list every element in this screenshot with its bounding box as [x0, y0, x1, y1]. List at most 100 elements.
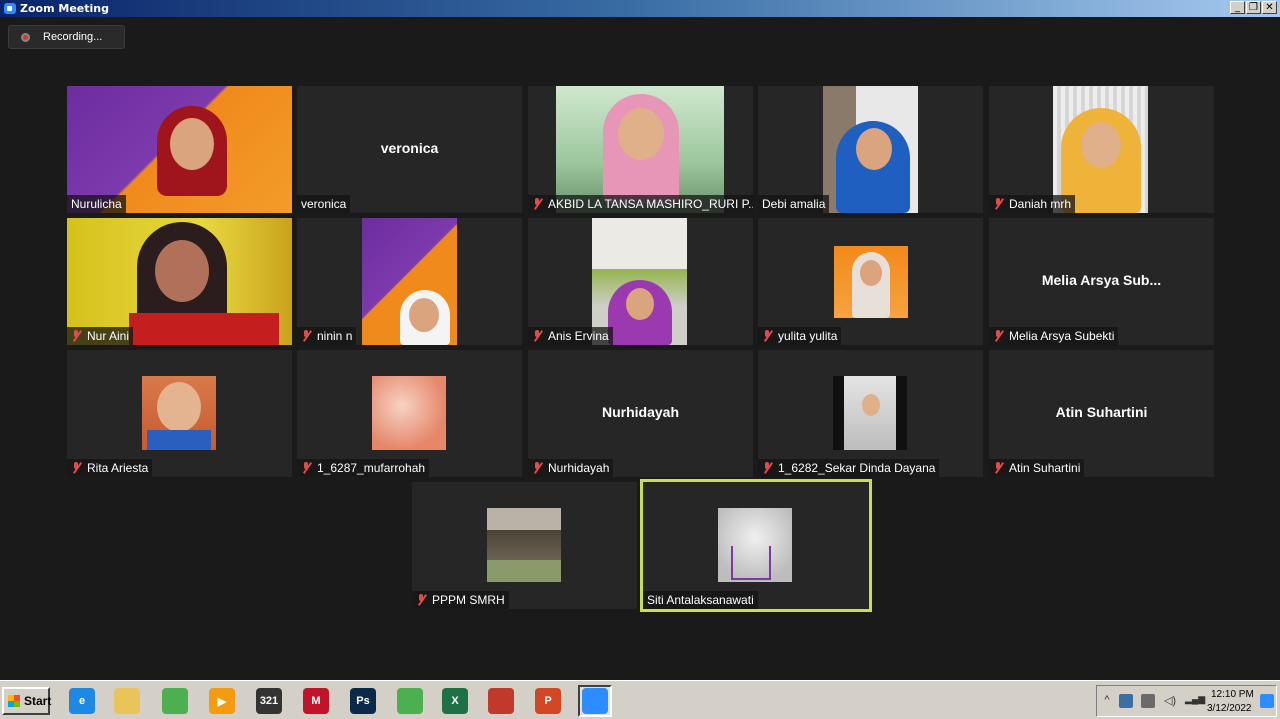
media-player-icon: ▶: [209, 688, 235, 714]
powerpoint-icon: P: [535, 688, 561, 714]
participant-clothing: [129, 313, 279, 345]
participant-name: Nurhidayah: [528, 459, 614, 477]
media-player-taskbar-button[interactable]: ▶: [205, 685, 239, 717]
zoom-icon: [582, 688, 608, 714]
photoshop-taskbar-button[interactable]: Ps: [346, 685, 380, 717]
participant-tile[interactable]: Atin Suhartini Atin Suhartini: [989, 350, 1214, 477]
signal-icon[interactable]: ▂▄▆: [1185, 694, 1205, 708]
muted-mic-icon: [71, 330, 81, 341]
participant-tile[interactable]: Nurhidayah Nurhidayah: [528, 350, 753, 477]
participant-display-name: Nurhidayah: [601, 404, 679, 420]
participant-face: [860, 260, 882, 286]
participant-name: ninin n: [297, 327, 357, 345]
participant-tile[interactable]: Anis Ervina: [528, 218, 753, 345]
participant-tile[interactable]: yulita yulita: [758, 218, 983, 345]
participant-name: PPPM SMRH: [412, 591, 509, 609]
presentation-tool-icon: [488, 688, 514, 714]
media-player-classic-icon: 321: [256, 688, 282, 714]
participant-tile[interactable]: Debi amalia: [758, 86, 983, 213]
participant-tile[interactable]: AKBID LA TANSA MASHIRO_RURI P...: [528, 86, 753, 213]
participant-avatar: [372, 376, 446, 450]
volume-icon[interactable]: ◁): [1163, 694, 1177, 708]
participant-name: Anis Ervina: [528, 327, 613, 345]
zoom-taskbar-button[interactable]: [578, 685, 612, 717]
participant-name: Siti Antalaksanawati: [643, 591, 758, 609]
muted-mic-icon: [532, 330, 542, 341]
participant-face: [157, 382, 201, 432]
participant-name: Daniah mrh: [989, 195, 1076, 213]
show-desktop-icon[interactable]: [1260, 694, 1274, 708]
participant-tile[interactable]: 1_6282_Sekar Dinda Dayana: [758, 350, 983, 477]
title-bar[interactable]: Zoom Meeting _ ❐ ✕: [0, 0, 1280, 17]
participant-face: [626, 288, 654, 320]
avatar-frame: [731, 546, 771, 580]
mendeley-icon: M: [303, 688, 329, 714]
muted-mic-icon: [71, 462, 81, 473]
minimize-button[interactable]: _: [1230, 1, 1245, 14]
excel-taskbar-button[interactable]: X: [438, 685, 472, 717]
participant-face: [170, 118, 214, 170]
participant-tile-active-speaker[interactable]: Siti Antalaksanawati: [640, 479, 872, 612]
photoshop-icon: Ps: [350, 688, 376, 714]
participant-tile[interactable]: veronica veronica: [297, 86, 522, 213]
participant-tile[interactable]: Rita Ariesta: [67, 350, 292, 477]
muted-mic-icon: [993, 330, 1003, 341]
record-icon: [21, 33, 30, 42]
close-button[interactable]: ✕: [1262, 1, 1277, 14]
participant-name: Atin Suhartini: [989, 459, 1085, 477]
chrome-icon: [162, 688, 188, 714]
excel-icon: X: [442, 688, 468, 714]
participant-display-name: veronica: [380, 140, 439, 156]
muted-mic-icon: [532, 462, 542, 473]
mendeley-taskbar-button[interactable]: M: [299, 685, 333, 717]
participant-tile[interactable]: PPPM SMRH: [412, 482, 637, 609]
participant-tile[interactable]: Melia Arsya Sub... Melia Arsya Subekti: [989, 218, 1214, 345]
muted-mic-icon: [301, 330, 311, 341]
participant-tile[interactable]: Daniah mrh: [989, 86, 1214, 213]
participant-name: Melia Arsya Subekti: [989, 327, 1119, 345]
muted-mic-icon: [301, 462, 311, 473]
recording-label: Recording...: [43, 31, 103, 43]
network-icon[interactable]: [1119, 694, 1133, 708]
powerpoint-taskbar-button[interactable]: P: [531, 685, 565, 717]
window-title: Zoom Meeting: [20, 2, 109, 15]
file-explorer-icon: [114, 688, 140, 714]
participant-name: AKBID LA TANSA MASHIRO_RURI P...: [528, 195, 753, 213]
participant-clothing: [147, 430, 211, 450]
muted-mic-icon: [762, 462, 772, 473]
chrome-user-taskbar-button[interactable]: [393, 685, 427, 717]
participant-tile[interactable]: Nur Aini: [67, 218, 292, 345]
internet-explorer-taskbar-button[interactable]: e: [65, 685, 99, 717]
clock-time[interactable]: 12:10 PM: [1211, 689, 1254, 700]
device-icon[interactable]: [1141, 694, 1155, 708]
participant-display-name: Atin Suhartini: [1055, 404, 1148, 420]
muted-mic-icon: [416, 594, 426, 605]
participant-name: Rita Ariesta: [67, 459, 153, 477]
participant-name: veronica: [297, 195, 351, 213]
recording-indicator[interactable]: Recording...: [8, 25, 125, 49]
tray-expand-icon[interactable]: ^: [1100, 694, 1114, 708]
presentation-tool-taskbar-button[interactable]: [484, 685, 518, 717]
participant-face: [155, 240, 209, 302]
media-player-classic-taskbar-button[interactable]: 321: [252, 685, 286, 717]
participant-face: [618, 108, 664, 160]
start-button[interactable]: Start: [2, 687, 51, 715]
participant-face: [856, 128, 892, 170]
participant-tile[interactable]: Nurulicha: [67, 86, 292, 213]
chrome-taskbar-button[interactable]: [158, 685, 192, 717]
participant-avatar: [487, 508, 561, 582]
participant-name: Nur Aini: [67, 327, 134, 345]
chrome-user-icon: [397, 688, 423, 714]
participant-name: 1_6287_mufarrohah: [297, 459, 430, 477]
clock-date[interactable]: 3/12/2022: [1207, 703, 1252, 714]
participant-name: Nurulicha: [67, 195, 126, 213]
participant-tile[interactable]: 1_6287_mufarrohah: [297, 350, 522, 477]
muted-mic-icon: [762, 330, 772, 341]
restore-button[interactable]: ❐: [1246, 1, 1261, 14]
system-tray: ^ ◁) ▂▄▆ 12:10 PM 3/12/2022: [1096, 685, 1277, 717]
taskbar: Start e ▶ 321 M Ps X P ^ ◁) ▂▄▆ 12:10 PM 3/12/…: [0, 680, 1280, 719]
participant-display-name: Melia Arsya Sub...: [1041, 272, 1162, 288]
participant-tile[interactable]: ninin n: [297, 218, 522, 345]
file-explorer-taskbar-button[interactable]: [110, 685, 144, 717]
muted-mic-icon: [532, 198, 542, 209]
